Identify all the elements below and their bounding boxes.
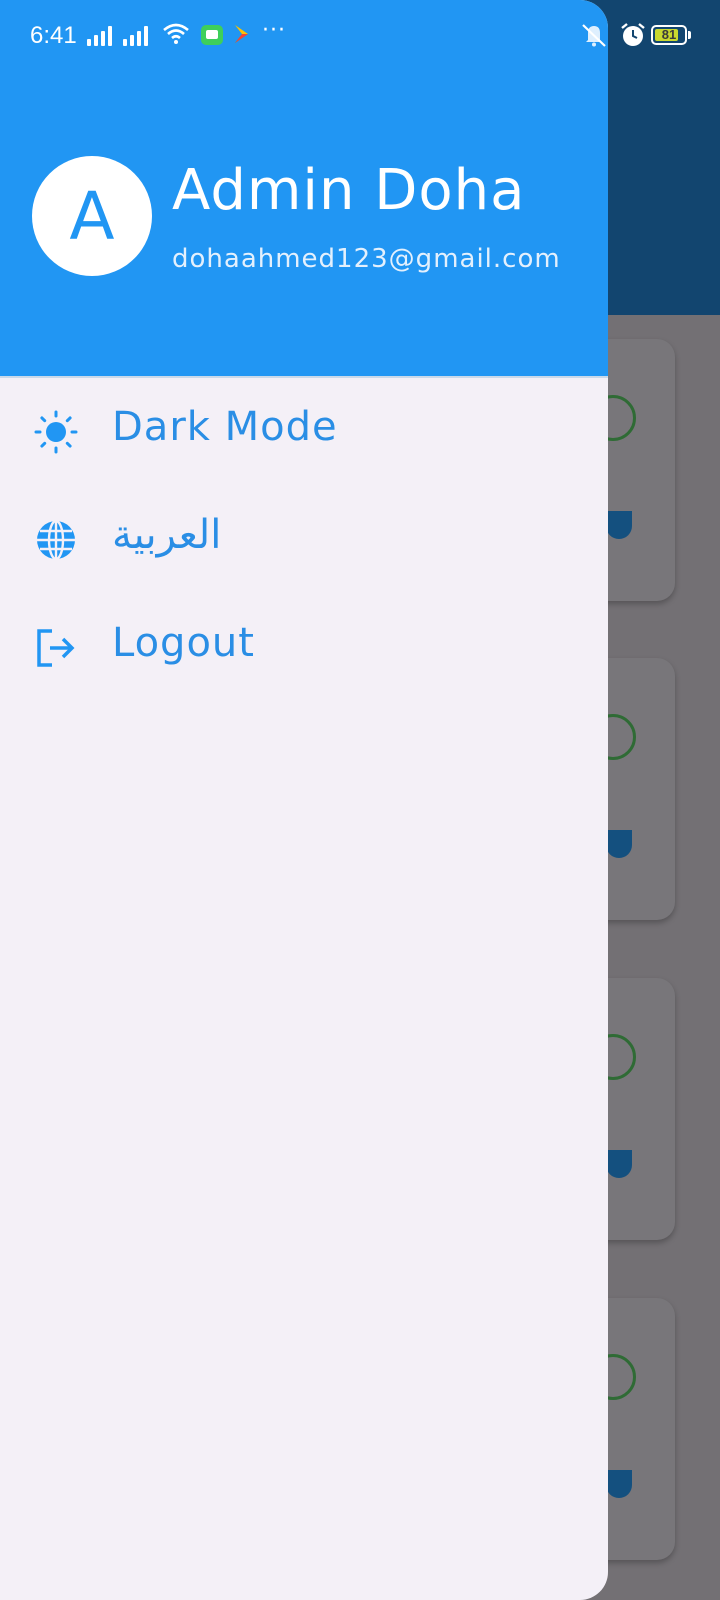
signal-icon — [87, 24, 112, 46]
logout-label: Logout — [112, 620, 255, 666]
navigation-drawer: A Admin Doha dohaahmed123@gmail.com Dark — [0, 0, 608, 1600]
logout-item[interactable]: Logout — [0, 594, 608, 702]
sun-icon — [34, 410, 78, 454]
dark-mode-item[interactable]: Dark Mode — [0, 378, 608, 486]
message-app-icon — [201, 25, 223, 45]
language-label: العربية — [112, 512, 222, 558]
language-item[interactable]: العربية — [0, 486, 608, 594]
battery-tip — [688, 31, 691, 39]
user-name: Admin Doha — [172, 158, 526, 223]
globe-icon — [37, 519, 75, 561]
battery-icon: 81 — [651, 25, 687, 45]
play-games-icon — [235, 25, 248, 43]
vibrate-off-icon — [582, 24, 606, 47]
drawer-menu: Dark Mode العربية Logout — [0, 378, 608, 702]
avatar: A — [32, 156, 152, 276]
dark-mode-label: Dark Mode — [112, 404, 338, 450]
signal-icon — [123, 24, 148, 46]
status-bar: 6:41 ··· 81 — [0, 0, 720, 72]
alarm-icon — [621, 23, 645, 46]
battery-level: 81 — [661, 27, 677, 42]
user-email: dohaahmed123@gmail.com — [172, 244, 561, 274]
logout-icon — [37, 629, 75, 667]
wifi-icon — [163, 23, 189, 44]
more-notifications-icon: ··· — [262, 18, 286, 43]
avatar-initial: A — [69, 177, 115, 255]
status-time: 6:41 — [30, 22, 77, 49]
